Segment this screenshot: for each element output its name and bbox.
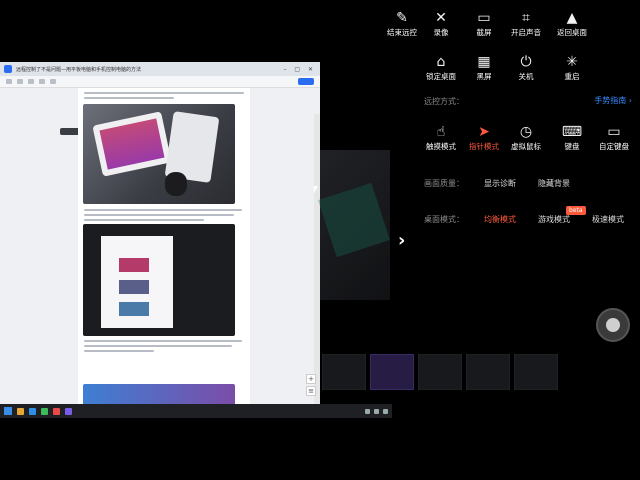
quality-label: 画面质量： (424, 179, 464, 188)
tray-icon[interactable] (365, 408, 370, 414)
browser-titlebar: 远程控制了不是问题—用平板电脑和手机控制电脑的方法 – ▢ ✕ (0, 62, 320, 76)
text-line (84, 209, 242, 211)
desktop-mode-label: 桌面模式： (424, 215, 464, 224)
remote-control-panel: ✎ 结束远控 ✕ 录像 ▭ 截屏 ⌗ 开启声音 ▲ 返回桌面 ⌂ 锁定桌面 ▦ … (387, 0, 640, 420)
tool-icon[interactable] (28, 79, 34, 84)
article-image-screenshot (83, 224, 235, 336)
thumbnail[interactable] (322, 354, 366, 390)
restart-button[interactable]: ✳ 重启 (546, 52, 598, 82)
floating-control-button[interactable] (596, 308, 630, 342)
window-controls[interactable]: – ▢ ✕ (283, 66, 316, 73)
mouse-icon: ◷ (519, 124, 533, 140)
tool-icon[interactable] (50, 79, 56, 84)
screenshot-button[interactable]: ⌗ 开启声音 (500, 8, 552, 38)
taskbar-app-icon[interactable] (41, 407, 48, 415)
side-tools: + ≡ (306, 374, 318, 398)
power-icon: ⏻ (520, 54, 532, 70)
zoom-icon[interactable]: + (306, 374, 316, 384)
taskbar-app-icon[interactable] (29, 407, 36, 415)
gesture-guide-link[interactable]: 手势指南 › (594, 95, 632, 106)
shutdown-button[interactable]: ⏻ 关机 (500, 52, 552, 82)
remote-screen-background (320, 150, 390, 300)
remote-desktop-view[interactable]: 远程控制了不是问题—用平板电脑和手机控制电脑的方法 – ▢ ✕ + ≡ (0, 62, 320, 418)
taskbar-app-icon[interactable] (65, 407, 72, 415)
speed-mode-option[interactable]: 极速模式 (592, 214, 624, 225)
taskbar-app-icon[interactable] (53, 407, 60, 415)
app-logo-icon (4, 65, 12, 73)
hide-background-option[interactable]: 隐藏背景 (538, 178, 570, 189)
document-area (0, 88, 320, 418)
balanced-mode-option[interactable]: 均衡模式 (484, 214, 516, 225)
taskbar-app-icon[interactable] (17, 407, 24, 415)
virtual-mouse-button[interactable]: ◷ 虚拟鼠标 (500, 122, 552, 152)
text-line (84, 214, 234, 216)
tool-icon[interactable] (6, 79, 12, 84)
document-page (78, 88, 250, 414)
mouse-cursor-icon (314, 186, 318, 193)
text-line (84, 345, 232, 347)
share-button[interactable] (298, 78, 314, 85)
crop-icon: ⌗ (522, 10, 530, 26)
document-title: 远程控制了不是问题—用平板电脑和手机控制电脑的方法 (16, 66, 142, 73)
tray-icon[interactable] (383, 408, 388, 414)
text-line (84, 92, 244, 94)
sound-button[interactable]: ▲ 返回桌面 (546, 8, 598, 38)
custom-keyboard-icon: ▭ (607, 124, 621, 140)
tray-icon[interactable] (374, 408, 379, 414)
system-tray (365, 408, 388, 414)
text-line (84, 350, 154, 352)
restart-icon: ✳ (566, 54, 578, 70)
show-diagnostics-option[interactable]: 显示诊断 (484, 178, 516, 189)
background-gap (320, 300, 390, 352)
taskbar (0, 404, 392, 418)
tool-icon[interactable] (39, 79, 45, 84)
speaker-icon: ▲ (566, 10, 578, 26)
pan-icon[interactable]: ≡ (306, 386, 316, 396)
beta-badge: beta (566, 206, 586, 215)
tool-icon[interactable] (17, 79, 23, 84)
document-toolbar (0, 76, 320, 88)
article-image-tablet (83, 104, 235, 204)
game-mode-option[interactable]: 游戏模式 (538, 214, 570, 225)
text-line (84, 219, 204, 221)
custom-keyboard-button[interactable]: ▭ 自定键盘 (588, 122, 640, 152)
control-mode-label: 远控方式： (424, 97, 464, 106)
start-icon[interactable] (4, 407, 12, 415)
text-line (84, 97, 174, 99)
text-line (84, 340, 242, 342)
